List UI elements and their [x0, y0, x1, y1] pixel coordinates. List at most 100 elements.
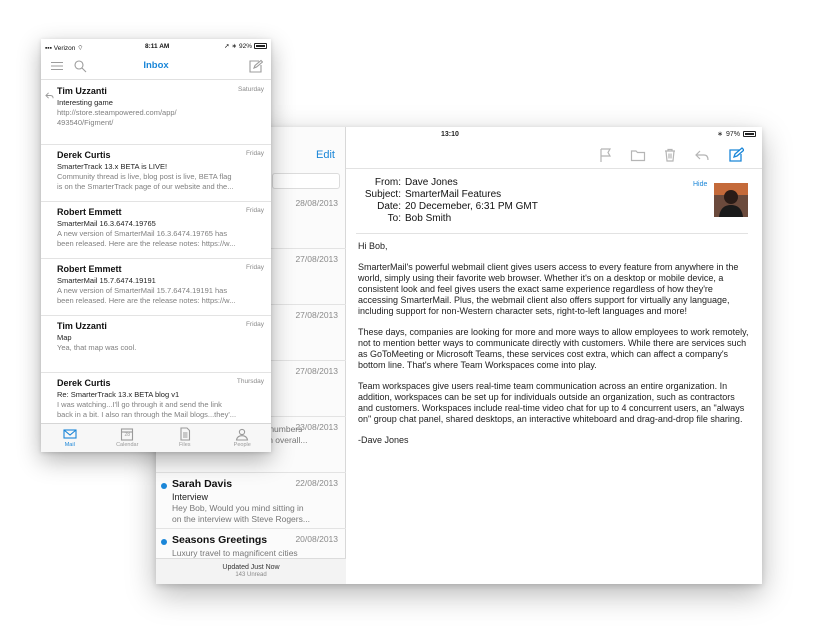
sender-name: Derek Curtis — [57, 150, 111, 160]
message-date: 28/08/2013 — [295, 198, 338, 208]
body-paragraph: SmarterMail's powerful webmail client gi… — [358, 262, 739, 316]
message-preview: Yea, that map was cool. — [57, 343, 137, 352]
message-date: 20/08/2013 — [295, 534, 338, 544]
tab-label: People — [233, 442, 251, 448]
message-date: 27/08/2013 — [295, 254, 338, 264]
phone-window: ▪▪▪ Verizon ⌔ 8:11 AM ➚ ∗ 92% Inbox Tim … — [41, 39, 271, 452]
signal-icon: ▪▪▪ — [45, 45, 52, 52]
phone-battery: ➚ ∗ 92% — [224, 42, 267, 50]
to-label: To: — [387, 213, 401, 224]
message-date: Thursday — [236, 378, 264, 385]
unread-dot — [161, 539, 167, 545]
message-subject: Re: SmarterTrack 13.x BETA blog v1 — [57, 390, 180, 399]
from-label: From: — [374, 177, 401, 188]
sender-name: Derek Curtis — [57, 378, 111, 388]
updated-status: Updated Just Now — [222, 564, 280, 571]
list-item[interactable]: Derek Curtis Friday SmarterTrack 13.x BETA… — [41, 145, 271, 202]
tablet-battery: ∗ 97% — [717, 130, 756, 138]
list-item[interactable]: Tim Uzzanti Friday Map Yea, that map was co… — [41, 316, 271, 373]
flag-icon[interactable] — [598, 147, 614, 163]
compose-icon[interactable] — [728, 147, 745, 163]
from-value[interactable]: Dave Jones — [405, 177, 458, 189]
body-paragraph: Team workspaces give users real-time tea… — [358, 381, 745, 424]
signature: -Dave Jones — [358, 435, 409, 445]
phone-clock: 8:11 AM — [145, 43, 170, 50]
message-preview: A new version of SmarterMail 16.3.6474.1… — [57, 229, 236, 248]
message-date: Saturday — [237, 86, 264, 93]
battery-icon — [254, 43, 267, 49]
tab-files[interactable]: Files — [156, 424, 214, 452]
header-divider — [356, 233, 748, 234]
list-item[interactable]: Tim Uzzanti Saturday Interesting game http:… — [41, 81, 271, 145]
message-date: 27/08/2013 — [295, 366, 338, 376]
sender-name: Tim Uzzanti — [57, 86, 107, 96]
files-icon — [156, 427, 214, 441]
message-subject: Map — [57, 333, 72, 342]
tab-label: Calendar — [116, 442, 139, 448]
people-icon — [214, 427, 272, 441]
reply-icon[interactable] — [694, 147, 710, 163]
message-date: Friday — [245, 264, 264, 271]
message-date: Friday — [245, 207, 264, 214]
date-label: Date: — [377, 201, 401, 212]
tablet-list-footer: Updated Just Now 143 Unread — [156, 558, 346, 584]
page-title: Inbox — [143, 60, 169, 71]
message-date: 22/08/2013 — [295, 478, 338, 488]
message-preview: http://store.steampowered.com/app/ 49354… — [57, 108, 177, 127]
to-value[interactable]: Bob Smith — [405, 213, 451, 225]
location-icon: ➚ — [224, 43, 230, 50]
message-preview: A new version of SmarterMail 15.7.6474.1… — [57, 286, 236, 305]
carrier: ▪▪▪ Verizon ⌔ — [45, 43, 83, 52]
subject-label: Subject: — [364, 189, 401, 200]
message-date: 23/08/2013 — [295, 422, 338, 432]
message-subject: SmarterMail 16.3.6474.19765 — [57, 219, 156, 228]
avatar — [714, 183, 748, 217]
calendar-date-badge: 28 — [124, 432, 131, 438]
carrier-name: Verizon — [53, 45, 76, 52]
tab-people[interactable]: People — [214, 424, 272, 452]
wifi-icon: ⌔ — [77, 45, 84, 52]
phone-message-list: Tim Uzzanti Saturday Interesting game http:… — [41, 81, 271, 450]
tab-calendar[interactable]: 28 Calendar — [99, 424, 157, 452]
edit-button[interactable]: Edit — [316, 149, 335, 161]
greeting: Hi Bob, — [358, 241, 388, 251]
message-preview: Community thread is live, blog post is l… — [57, 172, 234, 191]
reader-toolbar — [346, 141, 762, 169]
phone-status-bar: ▪▪▪ Verizon ⌔ 8:11 AM ➚ ∗ 92% — [41, 39, 271, 53]
message-date: Friday — [245, 150, 264, 157]
list-item[interactable]: Robert Emmett Friday SmarterMail 16.3.6474… — [41, 202, 271, 259]
battery-icon — [743, 131, 756, 137]
phone-battery-percent: 92% — [238, 42, 252, 50]
unread-count: 143 Unread — [235, 572, 267, 578]
trash-icon[interactable] — [662, 147, 678, 163]
date-value: 20 Decemeber, 6:31 PM GMT — [405, 201, 538, 212]
list-item[interactable]: Robert Emmett Friday SmarterMail 15.7.6474… — [41, 259, 271, 316]
list-item[interactable]: Sarah Davis 22/08/2013 Interview Hey Bob, W… — [156, 473, 346, 529]
message-date: 27/08/2013 — [295, 310, 338, 320]
tablet-search-input[interactable] — [272, 173, 340, 189]
replied-icon — [45, 87, 54, 99]
list-item[interactable]: Derek Curtis Thursday Re: SmarterTrack 13.… — [41, 373, 271, 430]
message-preview: Hey Bob, Would you mind sitting in on th… — [172, 503, 310, 524]
sender-name: Robert Emmett — [57, 264, 122, 274]
message-subject: SmarterTrack 13.x BETA is LIVE! — [57, 162, 168, 171]
message-date: Friday — [245, 321, 264, 328]
folder-icon[interactable] — [630, 147, 646, 163]
compose-icon[interactable] — [249, 59, 264, 73]
calendar-icon: 28 — [99, 427, 157, 441]
subject-value: SmarterMail Features — [405, 189, 502, 200]
message-header: From: Dave Jones Subject: SmarterMail Feat… — [360, 177, 538, 225]
unread-dot — [161, 483, 167, 489]
message-subject: SmarterMail 15.7.6474.19191 — [57, 276, 156, 285]
body-paragraph: These days, companies are looking for mo… — [358, 327, 749, 370]
message-subject: Interesting game — [57, 98, 113, 107]
message-preview: I was watching...I'll go through it and … — [57, 400, 237, 419]
phone-nav-bar: Inbox — [41, 53, 271, 80]
mail-icon — [41, 427, 99, 441]
message-subject: Interview — [172, 492, 209, 502]
tablet-battery-percent: 97% — [725, 130, 740, 138]
hide-header-link[interactable]: Hide — [693, 181, 707, 188]
message-reader: From: Dave Jones Subject: SmarterMail Feat… — [346, 169, 762, 584]
tab-label: Mail — [64, 442, 75, 448]
tab-mail[interactable]: Mail — [41, 424, 99, 452]
